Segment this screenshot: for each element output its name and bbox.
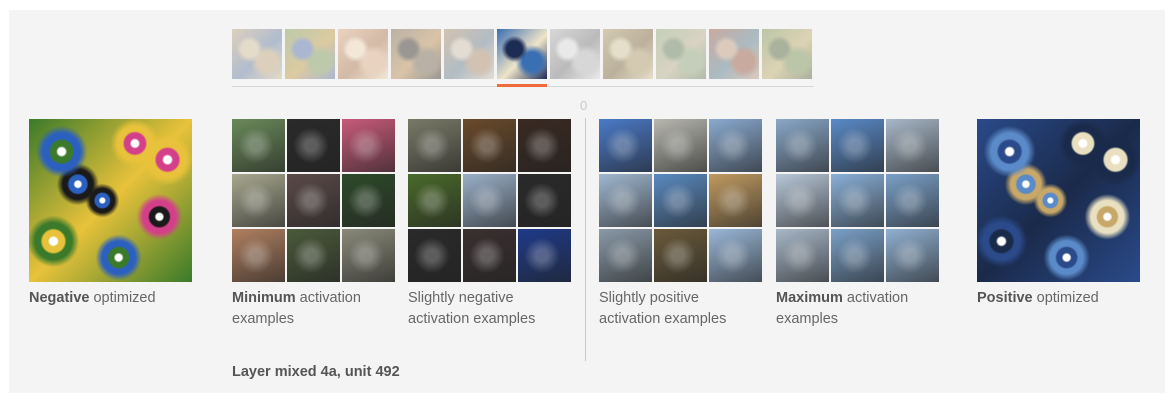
example-image <box>342 119 395 172</box>
example-image <box>709 229 762 282</box>
layer-unit-label: Layer mixed 4a, unit 492 <box>232 364 400 380</box>
example-image <box>287 119 340 172</box>
example-image <box>709 119 762 172</box>
selected-indicator <box>497 84 547 87</box>
example-image <box>232 229 285 282</box>
unit-thumb-5[interactable] <box>444 29 494 79</box>
example-image <box>408 174 461 227</box>
unit-thumb-8[interactable] <box>603 29 653 79</box>
example-image <box>654 229 707 282</box>
example-image <box>342 174 395 227</box>
example-image <box>831 229 884 282</box>
example-image <box>776 229 829 282</box>
unit-thumb-6[interactable] <box>497 29 547 79</box>
example-image <box>408 119 461 172</box>
example-image <box>776 119 829 172</box>
example-image <box>287 229 340 282</box>
example-image <box>463 229 516 282</box>
unit-thumb-9[interactable] <box>656 29 706 79</box>
example-image <box>518 229 571 282</box>
negative-optimized-image <box>29 119 192 282</box>
positive-optimized-image <box>977 119 1140 282</box>
example-image <box>463 174 516 227</box>
zero-divider <box>585 118 586 361</box>
example-image <box>518 174 571 227</box>
unit-thumb-10[interactable] <box>709 29 759 79</box>
example-image <box>232 174 285 227</box>
slightly-negative-caption: Slightly negative activation examples <box>408 290 536 327</box>
unit-selector-strip <box>232 29 812 79</box>
example-image <box>654 119 707 172</box>
example-image <box>287 174 340 227</box>
example-image <box>776 174 829 227</box>
example-image <box>654 174 707 227</box>
slightly-negative-examples-grid <box>408 119 571 282</box>
example-image <box>709 174 762 227</box>
unit-thumb-1[interactable] <box>232 29 282 79</box>
maximum-examples-grid <box>776 119 939 282</box>
unit-thumb-11[interactable] <box>762 29 812 79</box>
slightly-positive-examples-grid <box>599 119 762 282</box>
example-image <box>463 119 516 172</box>
maximum-examples-caption: Maximum activation examples <box>776 290 909 327</box>
unit-thumb-2[interactable] <box>285 29 335 79</box>
example-image <box>831 119 884 172</box>
minimum-examples-caption: Minimum activation examples <box>232 290 361 327</box>
example-image <box>342 229 395 282</box>
example-image <box>886 229 939 282</box>
axis-zero-label: 0 <box>580 98 588 113</box>
example-image <box>831 174 884 227</box>
example-image <box>886 174 939 227</box>
slightly-positive-caption: Slightly positive activation examples <box>599 290 727 327</box>
minimum-examples-grid <box>232 119 395 282</box>
example-image <box>599 229 652 282</box>
unit-thumb-7[interactable] <box>550 29 600 79</box>
example-image <box>232 119 285 172</box>
unit-thumb-4[interactable] <box>391 29 441 79</box>
example-image <box>599 119 652 172</box>
example-image <box>599 174 652 227</box>
negative-optimized-caption: Negative optimized <box>29 290 156 306</box>
example-image <box>518 119 571 172</box>
positive-optimized-caption: Positive optimized <box>977 290 1099 306</box>
example-image <box>408 229 461 282</box>
unit-thumb-3[interactable] <box>338 29 388 79</box>
example-image <box>886 119 939 172</box>
